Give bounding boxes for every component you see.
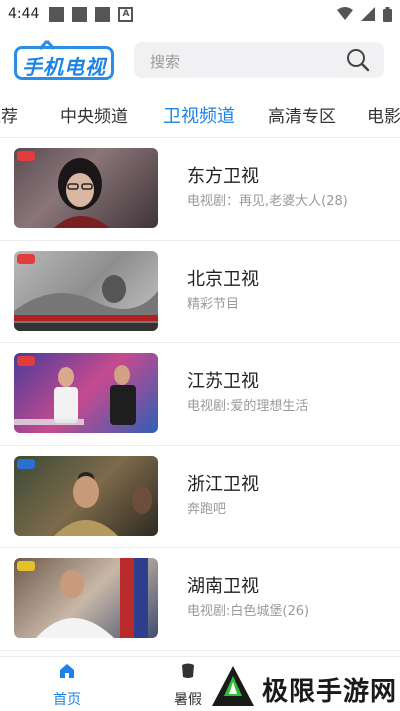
channel-program: 电视剧:白色城堡(26) [187, 604, 310, 619]
summer-icon [182, 663, 194, 678]
tab-movie[interactable]: 电影 [367, 102, 400, 127]
channel-name: 东方卫视 [187, 166, 259, 187]
site-watermark: 极限手游网 [206, 659, 400, 711]
notification-icon [49, 6, 65, 22]
video-frame-image [54, 158, 110, 228]
a-notification-icon: A [118, 6, 134, 22]
search-placeholder: 搜索 [150, 53, 181, 71]
channel-logo-badge [17, 356, 35, 366]
channel-thumbnail[interactable] [14, 455, 158, 536]
wifi-icon [337, 7, 353, 20]
channel-thumbnail[interactable] [14, 148, 158, 228]
app-header: 手机电视 搜索 [0, 36, 400, 86]
channel-program: 电视剧：再见,老婆大人(28) [187, 194, 348, 209]
status-time: 4:44 [8, 6, 40, 22]
signal-icon [361, 7, 375, 21]
notification-icon [95, 6, 111, 22]
nav-home-label: 首页 [53, 692, 81, 708]
channel-thumbnail[interactable] [14, 558, 158, 638]
video-frame-image [14, 274, 158, 331]
battery-icon [383, 6, 392, 22]
channel-program: 电视剧:爱的理想生活 [187, 399, 309, 414]
video-frame-image [36, 558, 148, 638]
channel-logo-badge [17, 253, 35, 264]
channel-logo-badge [17, 458, 35, 469]
channel-name: 浙江卫视 [187, 473, 259, 495]
channel-row[interactable]: 湖南卫视 电视剧:白色城堡(26) [0, 548, 400, 651]
channel-name: 江苏卫视 [187, 371, 259, 392]
tab-hd[interactable]: 高清专区 [268, 102, 336, 127]
notification-icon [72, 6, 88, 22]
tab-cctv[interactable]: 中央频道 [60, 102, 128, 127]
nav-home[interactable]: 首页 [37, 663, 97, 709]
channel-list: 东方卫视 电视剧：再见,老婆大人(28) 北京卫视 精彩节目 江苏卫视 电视剧:… [0, 138, 400, 651]
tab-satellite[interactable]: 卫视频道 [163, 102, 235, 128]
category-tabs: 推荐 中央频道 卫视频道 高清专区 电影 [0, 96, 400, 134]
channel-row[interactable]: 江苏卫视 电视剧:爱的理想生活 [0, 343, 400, 446]
app-logo-text: 手机电视 [22, 55, 106, 79]
video-frame-image [14, 365, 136, 425]
channel-row[interactable]: 浙江卫视 奔跑吧 [0, 446, 400, 548]
channel-program: 奔跑吧 [187, 501, 227, 517]
channel-thumbnail[interactable] [14, 353, 158, 433]
search-bar[interactable]: 搜索 [134, 42, 384, 78]
channel-name: 湖南卫视 [187, 576, 259, 597]
channel-row[interactable]: 北京卫视 精彩节目 [0, 241, 400, 343]
channel-thumbnail[interactable] [14, 250, 158, 331]
channel-logo-badge [17, 151, 35, 161]
watermark-text: 极限手游网 [262, 677, 398, 707]
home-icon [60, 664, 74, 678]
search-icon[interactable] [346, 48, 370, 72]
tab-recommend[interactable]: 推荐 [0, 102, 18, 127]
channel-program: 精彩节目 [187, 296, 240, 312]
status-bar: 4:44 A [0, 0, 400, 28]
watermark-logo-icon [212, 666, 254, 706]
channel-logo-badge [17, 561, 35, 571]
video-frame-image [54, 471, 152, 536]
channel-row[interactable]: 东方卫视 电视剧：再见,老婆大人(28) [0, 138, 400, 241]
channel-name: 北京卫视 [187, 268, 259, 290]
app-logo: 手机电视 [14, 38, 118, 82]
